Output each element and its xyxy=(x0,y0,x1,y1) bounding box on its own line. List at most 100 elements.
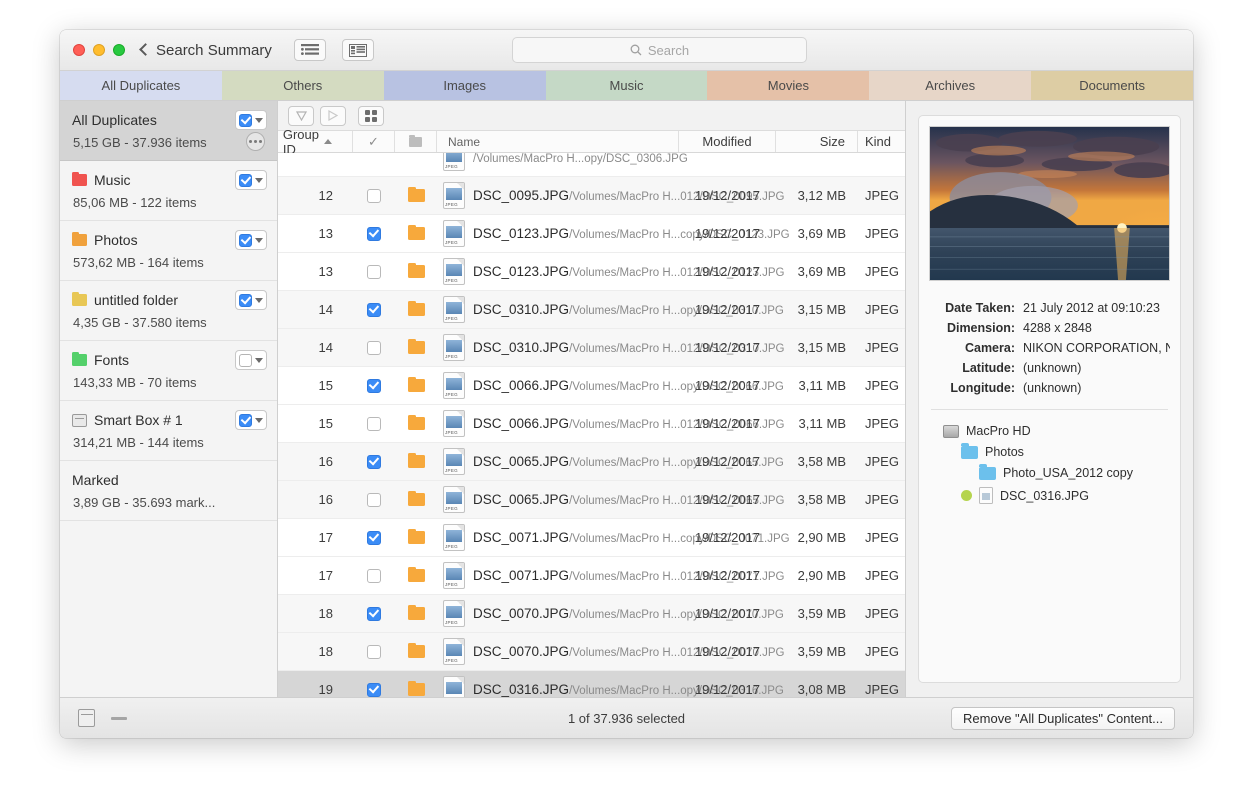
sidebar-item-marked[interactable]: Marked3,89 GB - 35.693 mark... xyxy=(60,461,277,521)
column-header-group-id[interactable]: Group ID xyxy=(278,131,353,152)
row-checkbox[interactable] xyxy=(367,379,381,393)
chevron-down-icon[interactable] xyxy=(255,418,263,423)
table-row[interactable]: 13JPEGDSC_0123.JPG/Volumes/MacPro H...co… xyxy=(278,215,905,253)
cell-checkbox[interactable] xyxy=(353,367,395,404)
cell-checkbox[interactable] xyxy=(353,481,395,518)
path-tree-row[interactable]: DSC_0316.JPG xyxy=(929,487,1170,504)
tab-documents[interactable]: Documents xyxy=(1031,71,1193,101)
cell-folder[interactable] xyxy=(395,405,437,442)
cell-folder[interactable] xyxy=(395,253,437,290)
tab-others[interactable]: Others xyxy=(222,71,384,101)
chevron-down-icon[interactable] xyxy=(255,178,263,183)
row-checkbox[interactable] xyxy=(367,493,381,507)
sidebar-checkbox-group[interactable] xyxy=(235,290,267,310)
tab-movies[interactable]: Movies xyxy=(707,71,869,101)
tab-music[interactable]: Music xyxy=(546,71,708,101)
sidebar-checkbox[interactable] xyxy=(239,234,252,247)
sidebar-checkbox[interactable] xyxy=(239,354,252,367)
sidebar-item-all-duplicates[interactable]: All Duplicates5,15 GB - 37.936 items xyxy=(60,101,277,161)
cell-checkbox[interactable] xyxy=(353,519,395,556)
cell-checkbox[interactable] xyxy=(353,153,395,176)
table-row[interactable]: 17JPEGDSC_0071.JPG/Volumes/MacPro H...co… xyxy=(278,519,905,557)
chevron-down-icon[interactable] xyxy=(255,298,263,303)
table-row[interactable]: 14JPEGDSC_0310.JPG/Volumes/MacPro H...01… xyxy=(278,329,905,367)
table-row[interactable]: 16JPEGDSC_0065.JPG/Volumes/MacPro H...op… xyxy=(278,443,905,481)
archive-icon[interactable] xyxy=(78,709,95,727)
play-right-button[interactable] xyxy=(320,106,346,126)
column-view-button[interactable] xyxy=(342,39,374,61)
back-button[interactable]: Search Summary xyxy=(141,42,272,59)
row-checkbox[interactable] xyxy=(367,227,381,241)
chevron-down-icon[interactable] xyxy=(255,118,263,123)
table-row[interactable]: 14JPEGDSC_0310.JPG/Volumes/MacPro H...op… xyxy=(278,291,905,329)
sidebar-item-photos[interactable]: Photos573,62 MB - 164 items xyxy=(60,221,277,281)
zoom-button[interactable] xyxy=(113,44,125,56)
cell-checkbox[interactable] xyxy=(353,595,395,632)
row-checkbox[interactable] xyxy=(367,683,381,697)
cell-folder[interactable] xyxy=(395,671,437,697)
chevron-down-icon[interactable] xyxy=(255,358,263,363)
row-checkbox[interactable] xyxy=(367,189,381,203)
cell-folder[interactable] xyxy=(395,595,437,632)
tab-all-duplicates[interactable]: All Duplicates xyxy=(60,71,222,101)
grid-view-button[interactable] xyxy=(358,106,384,126)
remove-content-button[interactable]: Remove "All Duplicates" Content... xyxy=(951,707,1175,730)
cell-folder[interactable] xyxy=(395,443,437,480)
column-header-folder[interactable] xyxy=(395,131,437,152)
row-checkbox[interactable] xyxy=(367,303,381,317)
table-row[interactable]: 13JPEGDSC_0123.JPG/Volumes/MacPro H...01… xyxy=(278,253,905,291)
minimize-button[interactable] xyxy=(93,44,105,56)
row-checkbox[interactable] xyxy=(367,607,381,621)
search-input[interactable]: Search xyxy=(512,37,807,63)
cell-folder[interactable] xyxy=(395,215,437,252)
sidebar-item-smart-box-1[interactable]: Smart Box # 1314,21 MB - 144 items xyxy=(60,401,277,461)
sidebar-checkbox-group[interactable] xyxy=(235,410,267,430)
path-tree-row[interactable]: Photo_USA_2012 copy xyxy=(929,466,1170,480)
row-checkbox[interactable] xyxy=(367,531,381,545)
sidebar-checkbox[interactable] xyxy=(239,294,252,307)
cell-folder[interactable] xyxy=(395,329,437,366)
row-checkbox[interactable] xyxy=(367,455,381,469)
sidebar-checkbox[interactable] xyxy=(239,114,252,127)
more-options-button[interactable] xyxy=(246,132,265,151)
row-checkbox[interactable] xyxy=(367,265,381,279)
cell-checkbox[interactable] xyxy=(353,291,395,328)
cell-checkbox[interactable] xyxy=(353,443,395,480)
sidebar-checkbox[interactable] xyxy=(239,414,252,427)
row-checkbox[interactable] xyxy=(367,645,381,659)
sidebar-checkbox-group[interactable] xyxy=(235,170,267,190)
table-row[interactable]: 18JPEGDSC_0070.JPG/Volumes/MacPro H...op… xyxy=(278,595,905,633)
close-button[interactable] xyxy=(73,44,85,56)
column-header-modified[interactable]: Modified xyxy=(679,131,776,152)
column-header-checkmark[interactable]: ✓ xyxy=(353,131,395,152)
sidebar-item-music[interactable]: Music85,06 MB - 122 items xyxy=(60,161,277,221)
column-header-size[interactable]: Size xyxy=(776,131,858,152)
table-row[interactable]: 18JPEGDSC_0070.JPG/Volumes/MacPro H...01… xyxy=(278,633,905,671)
table-row-clipped[interactable]: JPEG/Volumes/MacPro H...opy/DSC_0306.JPG xyxy=(278,153,905,177)
sidebar-checkbox[interactable] xyxy=(239,174,252,187)
cell-folder[interactable] xyxy=(395,177,437,214)
cell-checkbox[interactable] xyxy=(353,253,395,290)
path-tree-row[interactable]: MacPro HD xyxy=(929,424,1170,438)
cell-checkbox[interactable] xyxy=(353,633,395,670)
table-row[interactable]: 17JPEGDSC_0071.JPG/Volumes/MacPro H...01… xyxy=(278,557,905,595)
chevron-down-icon[interactable] xyxy=(255,238,263,243)
tab-images[interactable]: Images xyxy=(384,71,546,101)
cell-checkbox[interactable] xyxy=(353,405,395,442)
sidebar-item-fonts[interactable]: Fonts143,33 MB - 70 items xyxy=(60,341,277,401)
cell-folder[interactable] xyxy=(395,557,437,594)
sidebar-item-untitled-folder[interactable]: untitled folder4,35 GB - 37.580 items xyxy=(60,281,277,341)
sidebar-checkbox-group[interactable] xyxy=(235,230,267,250)
cell-checkbox[interactable] xyxy=(353,671,395,697)
cell-folder[interactable] xyxy=(395,519,437,556)
path-tree-row[interactable]: Photos xyxy=(929,445,1170,459)
cell-checkbox[interactable] xyxy=(353,557,395,594)
row-checkbox[interactable] xyxy=(367,341,381,355)
sidebar[interactable]: All Duplicates5,15 GB - 37.936 itemsMusi… xyxy=(60,101,278,697)
cell-checkbox[interactable] xyxy=(353,329,395,366)
table-row[interactable]: 15JPEGDSC_0066.JPG/Volumes/MacPro H...01… xyxy=(278,405,905,443)
cell-folder[interactable] xyxy=(395,633,437,670)
column-header-kind[interactable]: Kind xyxy=(858,131,905,152)
filter-down-button[interactable] xyxy=(288,106,314,126)
table-row[interactable]: 16JPEGDSC_0065.JPG/Volumes/MacPro H...01… xyxy=(278,481,905,519)
